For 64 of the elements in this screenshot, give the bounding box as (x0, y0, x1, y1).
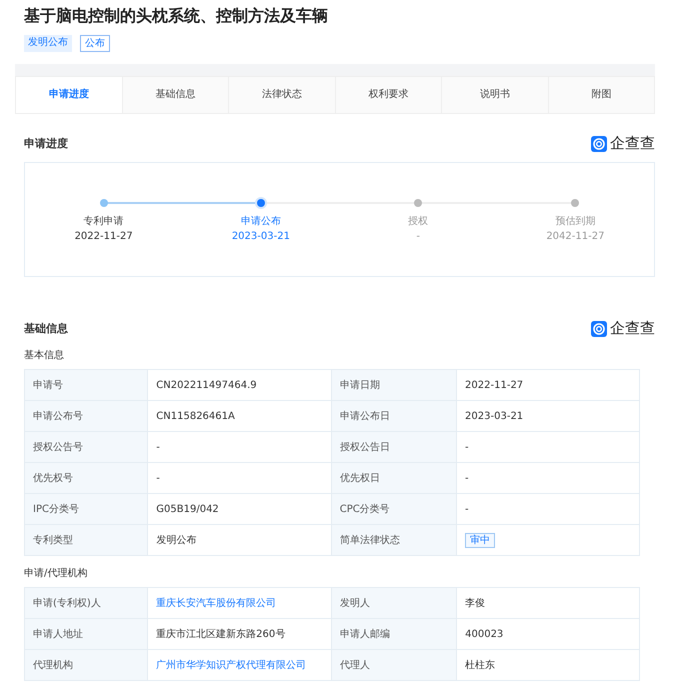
label-cell: 发明人 (332, 588, 457, 618)
value-cell: 重庆市江北区建新东路260号 (148, 618, 332, 650)
value-cell: 杜柱东 (456, 650, 640, 680)
brand-name: 企查查 (610, 134, 655, 153)
page-title: 基于脑电控制的头枕系统、控制方法及车辆 (23, 5, 329, 27)
label-cell: 专利类型 (24, 524, 148, 556)
value-cell: 2022-11-27 (456, 370, 640, 400)
tab[interactable]: 说明书 (441, 77, 548, 113)
status-tag: 公布 (80, 35, 110, 52)
step-date: 2042-11-27 (546, 231, 604, 242)
step-dot (414, 199, 422, 207)
value-cell: 2023-03-21 (456, 400, 640, 432)
value-cell: CN202211497464.9 (148, 370, 332, 400)
label-cell: 授权公告日 (331, 432, 457, 462)
status-badge: 审中 (465, 533, 496, 548)
logo-icon (591, 320, 607, 336)
value-cell: - (456, 462, 640, 494)
value-cell: - (456, 432, 640, 462)
label-cell: 代理机构 (24, 650, 148, 680)
label-cell: 申请公布号 (24, 400, 148, 432)
label-cell: CPC分类号 (331, 494, 457, 524)
value-cell: - (456, 494, 640, 524)
label-cell: 申请(专利权)人 (24, 588, 148, 618)
label-cell: 代理人 (332, 650, 457, 680)
value-cell: G05B19/042 (148, 494, 332, 524)
label-cell: IPC分类号 (24, 494, 148, 524)
section-heading: 申请进度 (24, 136, 68, 151)
step-date: 2023-03-21 (232, 231, 290, 242)
step-label: 预估到期 (555, 214, 596, 228)
step-dot (571, 199, 580, 207)
step-date: 2022-11-27 (74, 231, 133, 242)
status-tag: 发明公布 (24, 35, 72, 52)
logo-icon (591, 136, 607, 152)
label-cell: 申请人地址 (24, 618, 148, 650)
label-cell: 申请日期 (331, 370, 457, 400)
value-cell: 400023 (456, 618, 640, 650)
value-cell: - (148, 462, 332, 494)
step-dot (100, 199, 108, 207)
value-cell: 发明公布 (148, 524, 332, 556)
company-link[interactable]: 广州市华学知识产权代理有限公司 (156, 660, 306, 671)
tab[interactable]: 附图 (548, 77, 654, 113)
tab[interactable]: 基础信息 (122, 77, 228, 113)
step-label: 申请公布 (240, 214, 281, 228)
subsection-heading: 申请/代理机构 (24, 566, 88, 580)
value-cell: - (148, 432, 332, 462)
label-cell: 简单法律状态 (331, 524, 457, 556)
tab[interactable]: 权利要求 (334, 77, 441, 113)
label-cell: 申请号 (24, 370, 148, 400)
label-cell: 申请人邮编 (332, 618, 457, 650)
label-cell: 授权公告号 (24, 432, 148, 462)
label-cell: 申请公布日 (331, 400, 457, 432)
section-heading: 基础信息 (24, 321, 68, 336)
tab[interactable]: 法律状态 (228, 77, 334, 113)
step-date: - (416, 231, 420, 242)
company-link[interactable]: 重庆长安汽车股份有限公司 (156, 598, 276, 609)
label-cell: 优先权日 (331, 462, 457, 494)
brand-name: 企查查 (610, 319, 655, 338)
label-cell: 优先权号 (24, 462, 148, 494)
step-label: 专利申请 (84, 214, 124, 228)
value-cell: CN115826461A (148, 400, 332, 432)
subsection-heading: 基本信息 (24, 348, 65, 362)
step-dot (256, 199, 265, 207)
step-label: 授权 (408, 214, 428, 228)
value-cell: 李俊 (456, 588, 640, 618)
